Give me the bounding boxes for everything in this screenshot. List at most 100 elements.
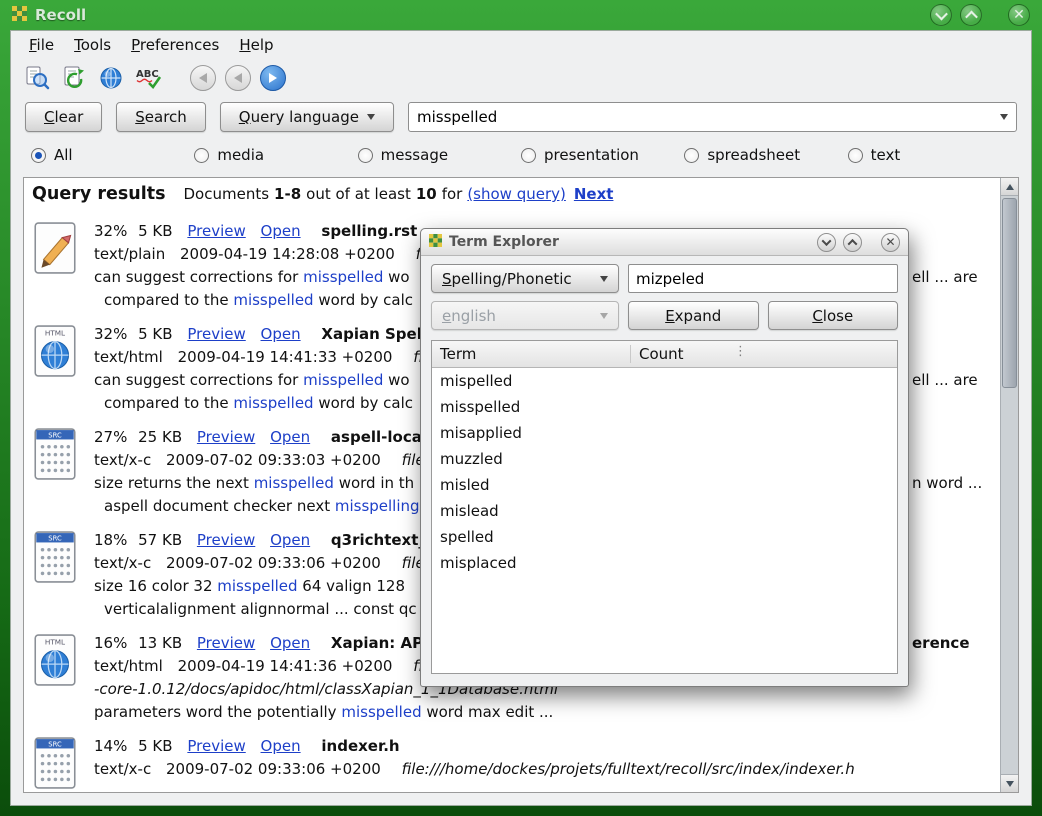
category-filter-row: All media message presentation spreadshe… [13,137,1029,173]
result-mime: text/html [94,657,163,675]
results-scrollbar[interactable] [1000,178,1018,792]
term-row[interactable]: misled [432,472,897,498]
preview-link[interactable]: Preview [187,222,245,240]
chevron-down-icon [600,276,608,282]
filter-presentation[interactable]: presentation [521,146,684,164]
next-page-link[interactable]: Next [574,185,614,203]
result-mime: text/x-c [94,760,151,778]
result-mime: text/x-c [94,554,151,572]
column-header-count[interactable]: Count [630,345,732,363]
recoll-window: { "window": { "title": "Recoll" }, "menu… [0,0,1042,816]
term-table-header[interactable]: Term Count ⋮ [432,341,897,368]
open-link[interactable]: Open [261,325,301,343]
preview-link[interactable]: Preview [197,531,255,549]
query-mode-dropdown[interactable]: Query language [220,102,394,132]
result-mime: text/plain [94,245,165,263]
recoll-app-icon [12,6,27,25]
term-row[interactable]: mislead [432,498,897,524]
expand-button[interactable]: Expand [628,301,759,330]
scroll-down-button[interactable] [1001,774,1018,792]
result-date: 2009-07-02 09:33:06 +0200 [166,554,381,572]
column-menu-icon[interactable]: ⋮ [734,344,747,359]
menu-help[interactable]: Help [229,33,283,57]
result-meta-line: text/x-c 2009-07-02 09:33:06 +0200 file:… [94,758,1001,781]
result-range: 1-8 [274,185,301,203]
filter-all[interactable]: All [31,146,194,164]
scrollbar-thumb[interactable] [1002,198,1017,388]
minimize-button[interactable] [930,4,952,26]
radio-icon [31,148,46,163]
filter-message[interactable]: message [358,146,521,164]
first-page-button[interactable] [190,65,216,91]
open-link[interactable]: Open [261,222,301,240]
dialog-maximize-button[interactable] [843,233,862,252]
term-row[interactable]: mispelled [432,368,897,394]
term-cell: muzzled [432,450,630,468]
filter-spreadsheet[interactable]: spreadsheet [684,146,847,164]
arrow-up-icon [1006,184,1014,190]
results-title: Query results [32,184,166,204]
term-explorer-icon[interactable]: ABC [134,64,162,92]
document-icon: SRC [32,735,94,792]
filter-media[interactable]: media [194,146,357,164]
dialog-row-1: Spelling/Phonetic [431,264,898,293]
result-title: spelling.rst [321,222,417,240]
open-link[interactable]: Open [261,737,301,755]
clear-button[interactable]: Clear [25,102,102,132]
result-date: 2009-07-02 09:33:03 +0200 [166,451,381,469]
result-percent: 32% [94,222,127,240]
snippet-text: compared to the [104,291,233,309]
term-row[interactable]: misplaced [432,550,897,576]
menu-file[interactable]: File [19,33,64,57]
arrow-left-icon [234,73,242,83]
preview-link[interactable]: Preview [187,325,245,343]
search-input[interactable] [409,103,1000,131]
show-query-link[interactable]: (show query) [467,185,566,203]
preview-link[interactable]: Preview [187,737,245,755]
search-button[interactable]: Search [116,102,206,132]
arrow-down-icon [1006,781,1014,787]
svg-text:HTML: HTML [45,328,66,337]
chevron-down-icon[interactable] [1000,114,1008,120]
open-link[interactable]: Open [270,428,310,446]
prev-page-button[interactable] [225,65,251,91]
snippet-right-fragment: n word ... [912,472,982,495]
preview-link[interactable]: Preview [197,428,255,446]
open-link[interactable]: Open [270,531,310,549]
column-header-term[interactable]: Term [432,345,630,363]
dialog-titlebar[interactable]: Term Explorer ✕ [421,229,908,256]
query-details-icon[interactable] [23,64,51,92]
result-percent: 16% [94,634,127,652]
chevron-down-icon [367,114,375,120]
term-cell: spelled [432,528,630,546]
preview-link[interactable]: Preview [197,634,255,652]
dialog-minimize-button[interactable] [817,233,836,252]
document-icon: HTML [32,632,94,724]
term-row[interactable]: muzzled [432,446,897,472]
update-index-icon[interactable] [60,64,88,92]
expand-mode-dropdown[interactable]: Spelling/Phonetic [431,264,619,293]
dialog-close-button[interactable]: ✕ [881,233,900,252]
table-view-icon[interactable] [97,64,125,92]
window-titlebar[interactable]: Recoll ✕ [0,0,1042,30]
radio-icon [684,148,699,163]
term-input[interactable] [629,265,897,292]
menu-preferences[interactable]: Preferences [121,33,229,57]
menu-tools[interactable]: Tools [64,33,121,57]
recoll-app-icon [429,233,442,251]
close-dialog-button[interactable]: Close [768,301,899,330]
result-mime: text/x-c [94,451,151,469]
next-page-button[interactable] [260,65,286,91]
term-table: Term Count ⋮ mispelledmisspelledmisappli… [431,340,898,674]
term-table-body: mispelledmisspelledmisapplied muzzled misl… [432,368,897,673]
close-button[interactable]: ✕ [1008,4,1030,26]
maximize-button[interactable] [960,4,982,26]
snippet-text: compared to the [104,394,233,412]
filter-text[interactable]: text [848,146,1011,164]
term-row[interactable]: spelled [432,524,897,550]
term-row[interactable]: misapplied [432,420,897,446]
scroll-up-button[interactable] [1001,178,1018,196]
open-link[interactable]: Open [270,634,310,652]
result-text: 14% 5 KB Preview Open indexer.h text/x-c… [94,735,1001,792]
term-row[interactable]: misspelled [432,394,897,420]
